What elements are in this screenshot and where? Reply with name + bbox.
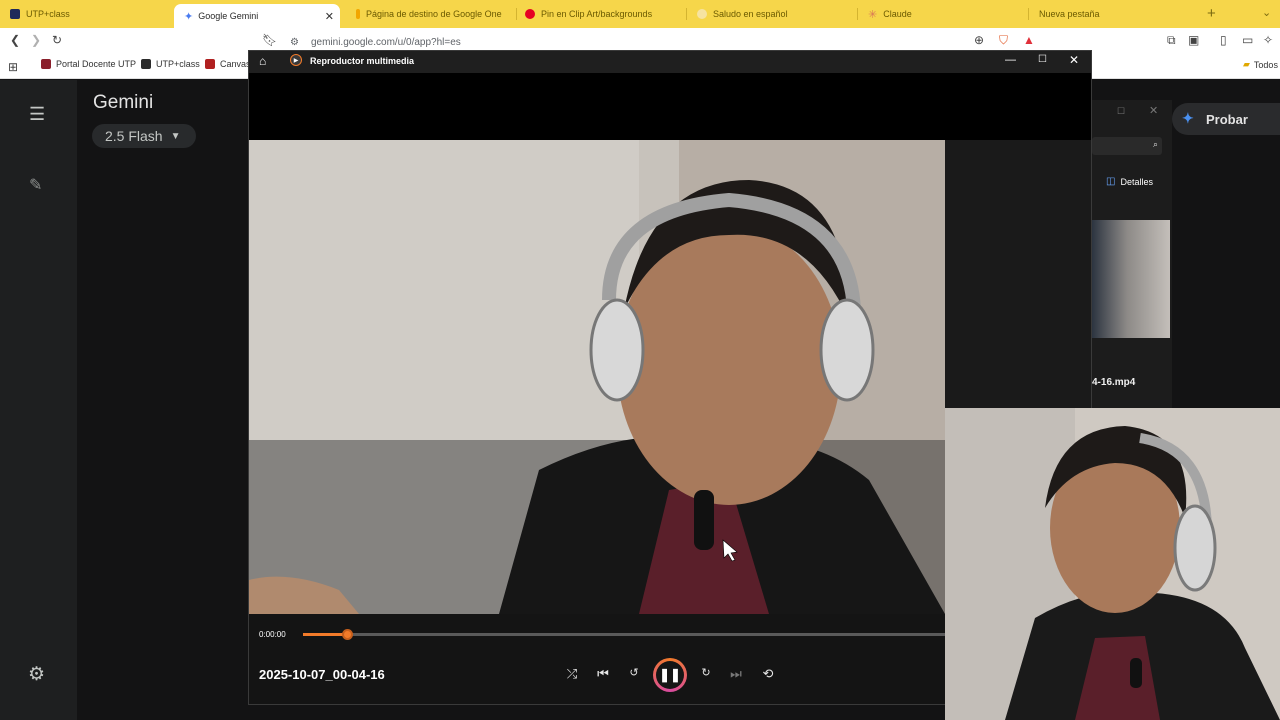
- video-frame[interactable]: [249, 140, 945, 614]
- tab-google-gemini[interactable]: ✦ Google Gemini ✕: [174, 4, 340, 28]
- player-app-title: Reproductor multimedia: [310, 56, 415, 66]
- rewind-10-icon[interactable]: ↺: [625, 666, 643, 679]
- letterbox: [249, 73, 1091, 140]
- next-icon[interactable]: ⏭︎: [727, 666, 745, 682]
- shuffle-icon[interactable]: ⤮: [563, 666, 581, 682]
- webcam-overlay: [945, 408, 1280, 720]
- new-chat-icon[interactable]: ✎: [29, 175, 42, 195]
- minimize-icon[interactable]: —: [1005, 54, 1016, 66]
- media-title: 2025-10-07_00-04-16: [259, 667, 385, 682]
- bookmark-portal-docente[interactable]: Portal Docente UTP: [41, 59, 136, 69]
- tab-separator: [857, 8, 858, 20]
- utp-favicon-icon: [10, 9, 20, 19]
- apps-grid-icon[interactable]: ⊞: [8, 60, 18, 74]
- pinterest-favicon-icon: [525, 9, 535, 19]
- tab-new-tab[interactable]: Nueva pestaña: [1039, 3, 1199, 25]
- reload-icon[interactable]: ↻: [52, 33, 62, 47]
- new-tab-button[interactable]: +: [1207, 5, 1216, 22]
- close-icon[interactable]: ✕: [1149, 104, 1158, 117]
- gemini-favicon-icon: ✦: [184, 10, 194, 23]
- zoom-icon[interactable]: ⊕: [974, 33, 984, 47]
- close-icon[interactable]: ✕: [1069, 53, 1079, 67]
- player-logo-icon: ▶: [290, 54, 302, 66]
- tab-utp-class[interactable]: UTP+class: [10, 3, 170, 25]
- tab-separator: [516, 8, 517, 20]
- forward-30-icon[interactable]: ↻: [697, 666, 715, 679]
- bookmark-folder-todos[interactable]: ▰ Todos: [1243, 59, 1278, 70]
- video-thumbnail[interactable]: [1092, 220, 1170, 338]
- brave-shield-icon[interactable]: ⛉: [999, 33, 1008, 48]
- rewards-icon[interactable]: ▲: [1023, 33, 1035, 47]
- previous-icon[interactable]: ⏮︎: [594, 666, 612, 682]
- leo-icon[interactable]: ✧: [1263, 33, 1273, 47]
- tab-separator: [1028, 8, 1029, 20]
- claude-favicon-icon: ✳: [868, 8, 878, 21]
- canvas-favicon-icon: [205, 59, 215, 69]
- tab-label: Claude: [883, 9, 912, 19]
- pause-button[interactable]: ❚❚: [653, 658, 687, 692]
- elapsed-time: 0:00:00: [259, 630, 286, 639]
- repeat-off-icon[interactable]: ⟲: [759, 666, 777, 682]
- chat-favicon-icon: [697, 9, 707, 19]
- site-settings-icon[interactable]: ⚙︎: [290, 37, 299, 48]
- gemini-spark-icon: ✦: [1182, 110, 1194, 126]
- model-selector[interactable]: 2.5 Flash ▼: [92, 124, 196, 148]
- bookmark-label: Portal Docente UTP: [56, 59, 137, 69]
- tab-pinterest[interactable]: Pin en Clip Art/backgrounds: [525, 3, 685, 25]
- settings-gear-icon[interactable]: ⚙︎: [28, 663, 45, 686]
- back-arrow-icon[interactable]: ❮: [10, 33, 20, 47]
- bookmark-canvas[interactable]: Canvas: [205, 59, 251, 69]
- model-label: 2.5 Flash: [105, 128, 163, 144]
- tab-label: Saludo en español: [713, 9, 788, 19]
- maximize-icon[interactable]: ☐: [1038, 54, 1047, 65]
- address-text: gemini.google.com/u/0/app?hl=es: [310, 36, 461, 48]
- folder-icon: ▰: [1243, 59, 1250, 69]
- details-button[interactable]: ◫ Detalles: [1106, 176, 1153, 187]
- pause-icon: ❚❚: [656, 661, 684, 689]
- bookmark-utp-class[interactable]: UTP+class: [141, 59, 200, 69]
- sidebar-icon[interactable]: ▯: [1220, 33, 1227, 47]
- wallet-icon[interactable]: ▭: [1242, 33, 1253, 47]
- tab-label: Página de destino de Google One: [366, 9, 502, 19]
- try-button-label: Probar: [1206, 111, 1248, 127]
- tab-claude[interactable]: ✳ Claude: [868, 3, 1028, 25]
- caret-down-icon: ▼: [170, 130, 181, 142]
- bookmark-icon[interactable]: 🔖︎: [262, 33, 277, 47]
- maximize-icon[interactable]: ☐: [1117, 106, 1125, 117]
- gemini-title: Gemini: [93, 92, 154, 113]
- bookmark-label: UTP+class: [156, 59, 200, 69]
- search-icon: ⌕: [1152, 139, 1158, 149]
- tab-label: Nueva pestaña: [1039, 9, 1100, 19]
- close-tab-icon[interactable]: ✕: [325, 10, 334, 23]
- tab-label: Pin en Clip Art/backgrounds: [541, 9, 653, 19]
- tab-separator: [686, 8, 687, 20]
- tab-google-one[interactable]: Página de destino de Google One: [356, 3, 516, 25]
- try-button[interactable]: ✦ Probar: [1172, 103, 1280, 135]
- utp-favicon-icon: [41, 59, 51, 69]
- extensions-icon[interactable]: ⧉: [1167, 33, 1176, 48]
- menu-icon[interactable]: ☰: [29, 104, 45, 125]
- seek-bar[interactable]: [303, 633, 945, 636]
- tab-label: Google Gemini: [198, 11, 259, 21]
- media-icon[interactable]: ▣: [1188, 33, 1199, 47]
- details-label: Detalles: [1120, 176, 1153, 187]
- tab-saludo[interactable]: Saludo en español: [697, 3, 857, 25]
- bookmark-label: Canvas: [220, 59, 251, 69]
- google-one-favicon-icon: [356, 9, 360, 19]
- chevron-down-icon[interactable]: ⌄: [1262, 6, 1271, 19]
- player-controls: [249, 614, 945, 704]
- explorer-search-input[interactable]: ⌕: [1092, 137, 1162, 155]
- address-bar[interactable]: ⚙︎ gemini.google.com/u/0/app?hl=es: [282, 32, 1022, 52]
- utp-favicon-icon: [141, 59, 151, 69]
- webcam-person-illustration: [945, 408, 1280, 720]
- video-person-illustration: [249, 140, 945, 614]
- seek-handle[interactable]: [342, 629, 353, 640]
- file-name[interactable]: 4-16.mp4: [1092, 377, 1135, 388]
- details-pane-icon: ◫: [1106, 176, 1116, 187]
- forward-arrow-icon[interactable]: ❯: [31, 33, 41, 47]
- browser-tab-strip: UTP+class ✦ Google Gemini ✕ Página de de…: [0, 0, 1280, 28]
- tab-label: UTP+class: [26, 9, 70, 19]
- home-icon[interactable]: ⌂: [259, 54, 266, 68]
- bookmark-label: Todos: [1253, 59, 1278, 70]
